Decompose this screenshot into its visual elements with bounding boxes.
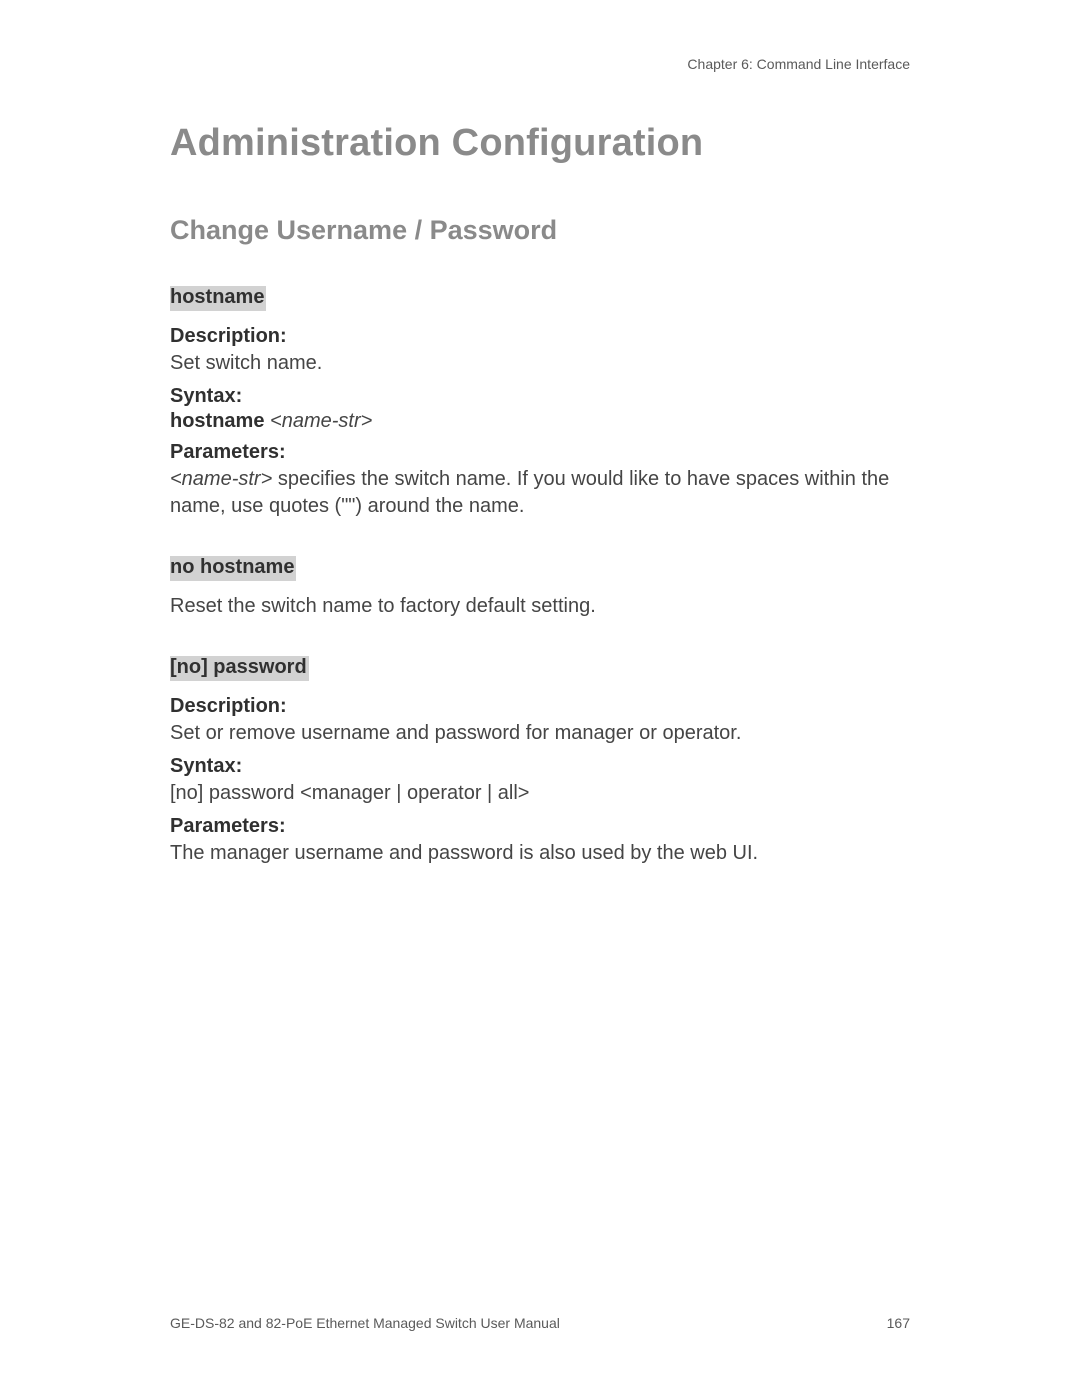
chapter-header: Chapter 6: Command Line Interface [687,56,910,72]
description-label: Description: [170,325,910,348]
hostname-param-rest: specifies the switch name. If you would … [170,468,889,517]
hostname-param-text: <name-str> specifies the switch name. If… [170,466,910,520]
command-block-hostname: hostname Description: Set switch name. S… [170,286,910,520]
hostname-syntax-keyword: hostname [170,410,264,432]
hostname-description-text: Set switch name. [170,350,910,377]
command-name-hostname: hostname [170,286,266,311]
command-name-no-hostname: no hostname [170,556,296,581]
section-subtitle: Change Username / Password [170,215,910,246]
password-syntax-text: [no] password <manager | operator | all> [170,780,910,807]
command-block-password: [no] password Description: Set or remove… [170,656,910,867]
footer-page-number: 167 [887,1315,910,1331]
page-footer: GE-DS-82 and 82-PoE Ethernet Managed Swi… [170,1315,910,1331]
password-description-text: Set or remove username and password for … [170,720,910,747]
hostname-syntax-arg: <name-str> [270,410,372,432]
hostname-syntax: hostname <name-str> [170,410,910,433]
page-title: Administration Configuration [170,122,910,165]
command-block-no-hostname: no hostname Reset the switch name to fac… [170,556,910,620]
description-label-2: Description: [170,695,910,718]
parameters-label: Parameters: [170,441,910,464]
syntax-label-2: Syntax: [170,755,910,778]
syntax-label: Syntax: [170,385,910,408]
footer-manual-title: GE-DS-82 and 82-PoE Ethernet Managed Swi… [170,1315,560,1331]
parameters-label-2: Parameters: [170,815,910,838]
password-param-text: The manager username and password is als… [170,840,910,867]
page: Chapter 6: Command Line Interface Admini… [0,0,1080,1397]
command-name-password: [no] password [170,656,309,681]
no-hostname-text: Reset the switch name to factory default… [170,593,910,620]
hostname-param-arg: <name-str> [170,468,272,490]
